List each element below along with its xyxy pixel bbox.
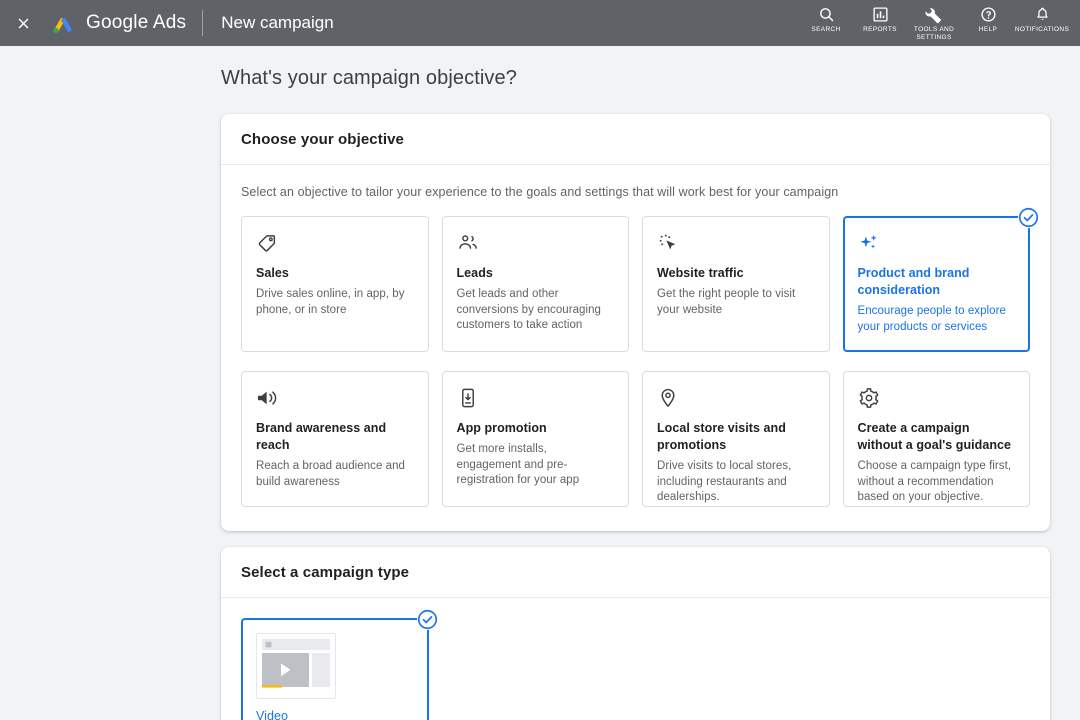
- objective-title: Local store visits and promotions: [657, 421, 786, 452]
- objective-title: App promotion: [456, 421, 547, 435]
- search-icon: [818, 5, 835, 24]
- appbar-divider: [202, 10, 204, 36]
- cursor-click-icon: [657, 232, 815, 258]
- google-ads-logo-icon: [50, 10, 76, 36]
- tools-label: TOOLS AND SETTINGS: [913, 26, 955, 41]
- brand-name: Google Ads: [86, 12, 187, 33]
- objective-title: Product and brand consideration: [857, 266, 970, 297]
- campaign-type-grid: Video Reach and engage viewers on YouTub…: [241, 609, 1030, 720]
- objective-desc: Choose a campaign type first, without a …: [857, 460, 1012, 503]
- help-icon: [980, 5, 997, 24]
- objective-option-website-traffic[interactable]: Website traffic Get the right people to …: [642, 216, 830, 352]
- location-pin-icon: [657, 387, 815, 413]
- close-button[interactable]: [0, 0, 46, 46]
- appbar-actions: SEARCH REPORTS TOOLS AND SETTINGS HELP N…: [800, 0, 1080, 46]
- tag-icon: [256, 232, 414, 258]
- objective-option-no-goal-guidance[interactable]: Create a campaign without a goal's guida…: [842, 371, 1030, 507]
- choose-objective-heading: Choose your objective: [221, 114, 1050, 165]
- objective-desc: Get more installs, engagement and pre-re…: [456, 443, 580, 486]
- brand-logo-group[interactable]: Google Ads: [50, 10, 186, 36]
- objective-option-app-promotion[interactable]: App promotion Get more installs, engagem…: [441, 371, 629, 507]
- objective-desc: Get the right people to visit your websi…: [657, 288, 796, 316]
- video-player-thumbnail: [256, 633, 336, 699]
- objective-title: Sales: [256, 266, 289, 280]
- selected-check-badge: [416, 609, 438, 630]
- notifications-button[interactable]: NOTIFICATIONS: [1014, 0, 1070, 34]
- objective-desc: Get leads and other conversions by encou…: [456, 288, 601, 331]
- campaign-type-option-video[interactable]: Video Reach and engage viewers on YouTub…: [241, 609, 438, 720]
- objective-title: Create a campaign without a goal's guida…: [857, 421, 1012, 452]
- tools-icon: [925, 5, 943, 24]
- choose-objective-body: Select an objective to tailor your exper…: [221, 165, 1050, 531]
- mobile-download-icon: [457, 387, 615, 413]
- megaphone-icon: [256, 387, 414, 413]
- selected-check-badge: [1018, 207, 1039, 228]
- objective-title: Website traffic: [657, 266, 744, 280]
- objective-desc: Drive sales online, in app, by phone, or…: [256, 288, 405, 316]
- gear-icon: [858, 387, 1016, 413]
- choose-objective-card: Choose your objective Select an objectiv…: [221, 114, 1050, 531]
- campaign-type-title: Video: [256, 709, 288, 720]
- search-button[interactable]: SEARCH: [800, 0, 852, 34]
- close-icon: [15, 15, 32, 32]
- reports-icon: [872, 5, 889, 24]
- select-campaign-type-card: Select a campaign type Video: [221, 547, 1050, 720]
- page-title: What's your campaign objective?: [221, 67, 517, 89]
- objective-desc: Reach a broad audience and build awarene…: [256, 460, 405, 488]
- sparkles-icon: [858, 232, 1016, 258]
- notifications-icon: [1034, 5, 1051, 24]
- objective-desc: Encourage people to explore your product…: [857, 305, 1006, 333]
- objective-option-sales[interactable]: Sales Drive sales online, in app, by pho…: [241, 216, 429, 352]
- people-icon: [457, 232, 615, 258]
- objective-option-product-and-brand-consideration[interactable]: Product and brand consideration Encourag…: [842, 207, 1039, 352]
- objective-grid: Sales Drive sales online, in app, by pho…: [241, 207, 1039, 507]
- objective-title: Leads: [456, 266, 493, 280]
- objective-option-local-store-visits-and-promotions[interactable]: Local store visits and promotions Drive …: [642, 371, 830, 507]
- select-campaign-type-body: Video Reach and engage viewers on YouTub…: [221, 598, 1050, 720]
- objective-option-leads[interactable]: Leads Get leads and other conversions by…: [441, 216, 629, 352]
- help-label: HELP: [978, 26, 998, 33]
- select-campaign-type-heading: Select a campaign type: [221, 547, 1050, 598]
- search-label: SEARCH: [811, 26, 841, 33]
- reports-button[interactable]: REPORTS: [854, 0, 906, 34]
- objective-title: Brand awareness and reach: [256, 421, 387, 452]
- objective-option-brand-awareness-and-reach[interactable]: Brand awareness and reach Reach a broad …: [241, 371, 429, 507]
- page-name: New campaign: [221, 13, 334, 32]
- reports-label: REPORTS: [863, 26, 897, 33]
- objective-desc: Drive visits to local stores, including …: [657, 460, 792, 503]
- app-bar: Google Ads New campaign SEARCH REPORTS T…: [0, 0, 1080, 46]
- help-button[interactable]: HELP: [962, 0, 1014, 34]
- page-content: What's your campaign objective? Choose y…: [0, 67, 1080, 720]
- notifications-label: NOTIFICATIONS: [1014, 26, 1070, 33]
- tools-and-settings-button[interactable]: TOOLS AND SETTINGS: [908, 0, 960, 41]
- choose-objective-subtitle: Select an objective to tailor your exper…: [241, 185, 839, 199]
